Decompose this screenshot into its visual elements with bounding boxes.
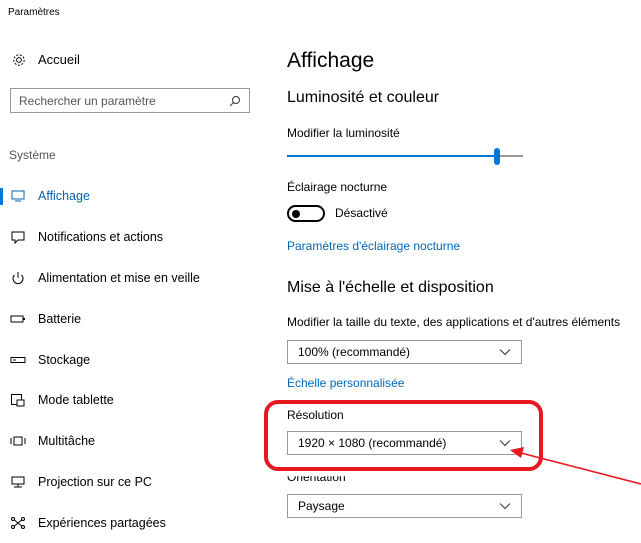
scale-dropdown-value: 100% (recommandé) (298, 345, 411, 359)
search-input[interactable]: Rechercher un paramètre (10, 88, 250, 113)
chevron-down-icon (499, 502, 511, 510)
sidebar-item-storage[interactable]: Stockage (0, 339, 260, 380)
brightness-slider-thumb[interactable] (494, 148, 501, 165)
sidebar-item-multitask[interactable]: Multitâche (0, 421, 260, 462)
sidebar-item-label: Notifications et actions (38, 230, 164, 245)
sidebar-item-label: Affichage (38, 189, 90, 204)
page-title: Affichage (287, 49, 375, 72)
sidebar-item-label: Expériences partagées (38, 515, 166, 530)
toggle-knob (292, 209, 300, 218)
night-light-toggle[interactable] (287, 205, 325, 222)
battery-icon (10, 312, 26, 326)
orientation-dropdown-value: Paysage (298, 499, 345, 513)
monitor-icon (10, 189, 26, 203)
notification-icon (10, 230, 26, 245)
orientation-dropdown[interactable]: Paysage (287, 494, 522, 518)
shared-experiences-icon (10, 516, 26, 530)
chevron-down-icon (499, 348, 511, 356)
sidebar-item-label: Multitâche (38, 434, 95, 449)
sidebar-home-label: Accueil (38, 52, 80, 67)
tablet-mode-icon (10, 393, 26, 407)
sidebar-item-display[interactable]: Affichage (0, 176, 260, 217)
orientation-label: Orientation (287, 470, 346, 484)
brightness-label: Modifier la luminosité (287, 126, 400, 140)
sidebar-item-tablet-mode[interactable]: Mode tablette (0, 380, 260, 421)
night-light-state: Désactivé (335, 206, 388, 220)
night-light-label: Éclairage nocturne (287, 180, 388, 194)
gear-icon (12, 53, 26, 67)
annotation-highlight-box (264, 400, 543, 471)
scale-dropdown[interactable]: 100% (recommandé) (287, 340, 522, 364)
sidebar-item-shared-experiences[interactable]: Expériences partagées (0, 502, 260, 543)
app-title: Paramètres (8, 7, 60, 18)
power-icon (10, 271, 26, 285)
section-label-system: Système (9, 148, 56, 162)
sidebar-nav: Affichage Notifications et actions Alime… (0, 176, 260, 543)
sidebar-item-label: Alimentation et mise en veille (38, 270, 200, 285)
sidebar-item-notifications[interactable]: Notifications et actions (0, 217, 260, 258)
sidebar-home[interactable]: Accueil (12, 52, 80, 67)
sidebar-item-label: Stockage (38, 352, 91, 367)
projection-icon (10, 475, 26, 489)
search-placeholder: Rechercher un paramètre (19, 93, 156, 108)
multitask-icon (10, 434, 26, 448)
sidebar-item-power[interactable]: Alimentation et mise en veille (0, 258, 260, 299)
section-heading-brightness: Luminosité et couleur (287, 89, 440, 106)
sidebar-item-label: Mode tablette (38, 393, 114, 408)
night-light-settings-link[interactable]: Paramètres d'éclairage nocturne (287, 239, 460, 253)
sidebar-item-projection[interactable]: Projection sur ce PC (0, 462, 260, 503)
sidebar-item-label: Projection sur ce PC (38, 474, 152, 489)
custom-scale-link[interactable]: Échelle personnalisée (287, 376, 404, 390)
search-icon (229, 95, 241, 107)
sidebar-item-battery[interactable]: Batterie (0, 298, 260, 339)
section-heading-scale: Mise à l'échelle et disposition (287, 279, 494, 296)
brightness-slider-fill (287, 155, 498, 157)
scale-label: Modifier la taille du texte, des applica… (287, 315, 621, 329)
sidebar-item-label: Batterie (38, 311, 82, 326)
storage-icon (10, 353, 26, 367)
